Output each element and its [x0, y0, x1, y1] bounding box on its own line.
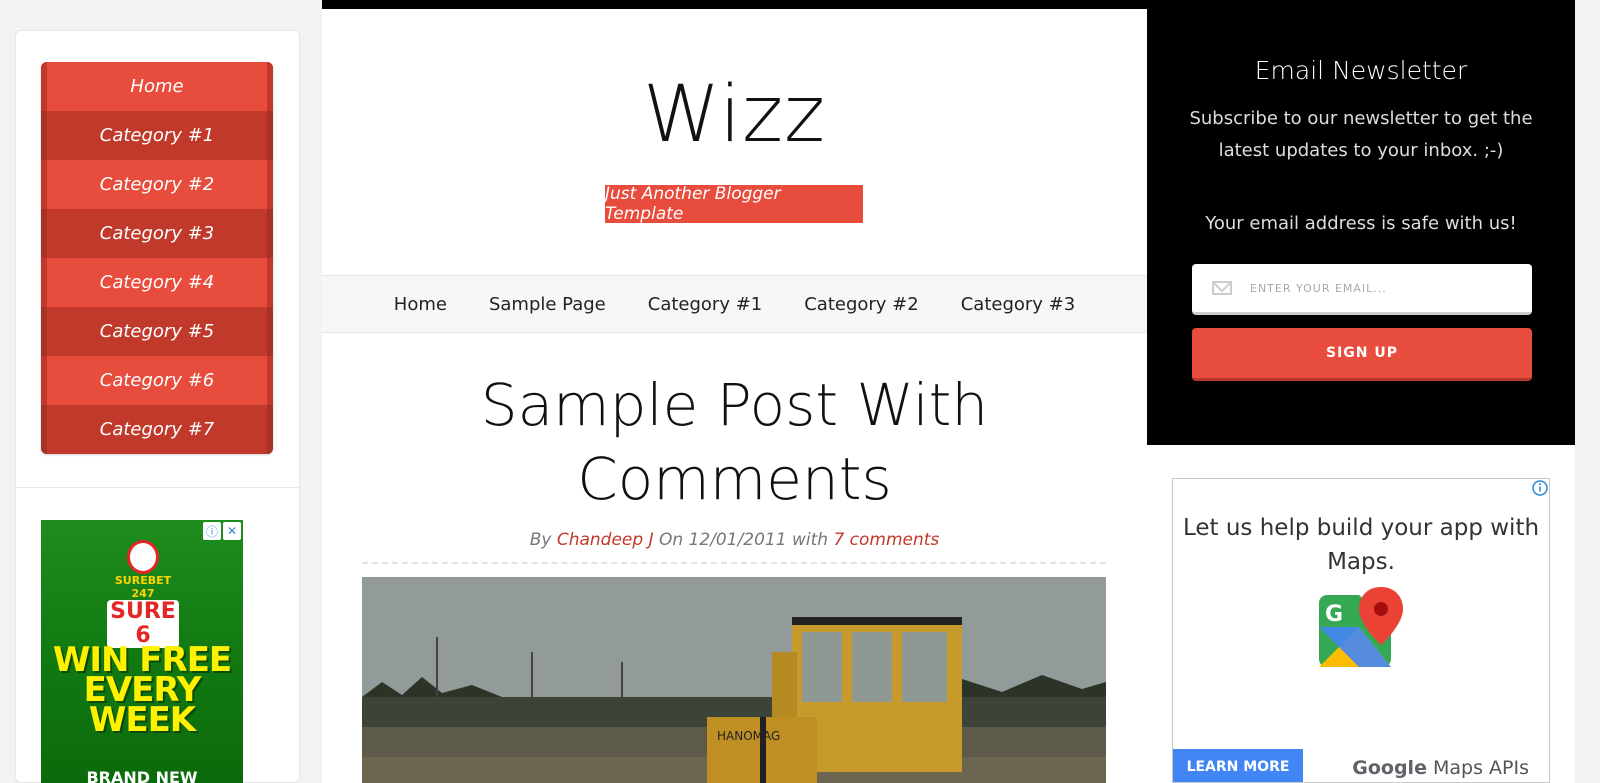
- newsletter-safe-text: Your email address is safe with us!: [1205, 213, 1517, 234]
- close-icon[interactable]: ✕: [223, 522, 241, 540]
- svg-text:HANOMAG: HANOMAG: [717, 729, 780, 743]
- learn-more-button[interactable]: LEARN MORE: [1173, 749, 1303, 782]
- category-menu-item-home[interactable]: Home: [41, 62, 273, 111]
- ad-headline: WIN FREE EVERY WEEK: [52, 640, 232, 740]
- newsletter-title: Email Newsletter: [1254, 56, 1468, 85]
- category-menu-item-7[interactable]: Category #7: [41, 405, 273, 454]
- nav-link-sample-page[interactable]: Sample Page: [489, 294, 606, 315]
- ad-brand-logo: SUREBET 247 SURE 6: [107, 540, 179, 648]
- ad-info-icon[interactable]: [1531, 479, 1549, 497]
- ad-controls: ⓘ ✕: [203, 522, 241, 540]
- meta-divider: [362, 562, 1106, 564]
- category-menu-item-2[interactable]: Category #2: [41, 160, 273, 209]
- page-edge: [1575, 0, 1600, 783]
- category-menu-item-3[interactable]: Category #3: [41, 209, 273, 258]
- right-advertisement[interactable]: Let us help build your app with Maps. G …: [1172, 478, 1550, 783]
- email-placeholder: ENTER YOUR EMAIL...: [1250, 281, 1387, 295]
- site-tagline: Just Another Blogger Template: [605, 184, 863, 224]
- sign-up-button[interactable]: SIGN UP: [1192, 328, 1532, 381]
- info-icon[interactable]: ⓘ: [203, 522, 221, 540]
- svg-text:G: G: [1325, 602, 1343, 627]
- top-bar: [322, 0, 1147, 9]
- email-input[interactable]: ENTER YOUR EMAIL...: [1192, 264, 1532, 315]
- mascot-icon: [127, 540, 159, 574]
- left-advertisement[interactable]: ⓘ ✕ SUREBET 247 SURE 6 WIN FREE EVERY WE…: [41, 520, 243, 783]
- maps-apis-label: Maps APIs: [1433, 757, 1529, 779]
- google-maps-icon: G: [1319, 587, 1403, 667]
- meta-by: By: [529, 530, 552, 550]
- category-menu: Home Category #1 Category #2 Category #3…: [41, 62, 273, 454]
- ad-right-footer: Google Maps APIs: [1352, 757, 1529, 779]
- site-title[interactable]: Wizz: [322, 70, 1147, 160]
- post-title-line2: Comments: [577, 445, 892, 513]
- post-title[interactable]: Sample Post With Comments: [322, 368, 1147, 516]
- nav-link-category-3[interactable]: Category #3: [961, 294, 1075, 315]
- category-menu-item-6[interactable]: Category #6: [41, 356, 273, 405]
- category-menu-item-5[interactable]: Category #5: [41, 307, 273, 356]
- main-navigation: Home Sample Page Category #1 Category #2…: [322, 275, 1147, 333]
- category-menu-item-4[interactable]: Category #4: [41, 258, 273, 307]
- mail-icon: [1212, 281, 1232, 295]
- tractor-image: HANOMAG: [362, 577, 1106, 783]
- category-menu-item-1[interactable]: Category #1: [41, 111, 273, 160]
- right-sidebar: Email Newsletter Subscribe to our newsle…: [1147, 0, 1575, 783]
- meta-date: On 12/01/2011 with: [659, 530, 829, 550]
- google-brand: Google: [1352, 757, 1427, 779]
- post-meta: By Chandeep J On 12/01/2011 with 7 comme…: [322, 530, 1147, 550]
- nav-link-category-1[interactable]: Category #1: [648, 294, 762, 315]
- nav-link-category-2[interactable]: Category #2: [804, 294, 918, 315]
- ad-brand-top: SUREBET 247: [114, 574, 172, 600]
- left-sidebar: Home Category #1 Category #2 Category #3…: [15, 30, 300, 783]
- nav-link-home[interactable]: Home: [394, 294, 447, 315]
- comments-link[interactable]: 7 comments: [833, 530, 939, 550]
- sidebar-divider: [16, 487, 299, 488]
- post-featured-image[interactable]: HANOMAG: [362, 577, 1106, 783]
- newsletter-description: Subscribe to our newsletter to get the l…: [1189, 108, 1533, 161]
- ad-subtext: BRAND NEW: [86, 768, 198, 783]
- newsletter-widget: Email Newsletter Subscribe to our newsle…: [1147, 0, 1575, 445]
- ad-right-headline: Let us help build your app with Maps.: [1182, 515, 1540, 575]
- author-link[interactable]: Chandeep J: [557, 530, 654, 550]
- post-title-line1: Sample Post With: [480, 371, 989, 439]
- main-content: Wizz Just Another Blogger Template Home …: [322, 0, 1147, 783]
